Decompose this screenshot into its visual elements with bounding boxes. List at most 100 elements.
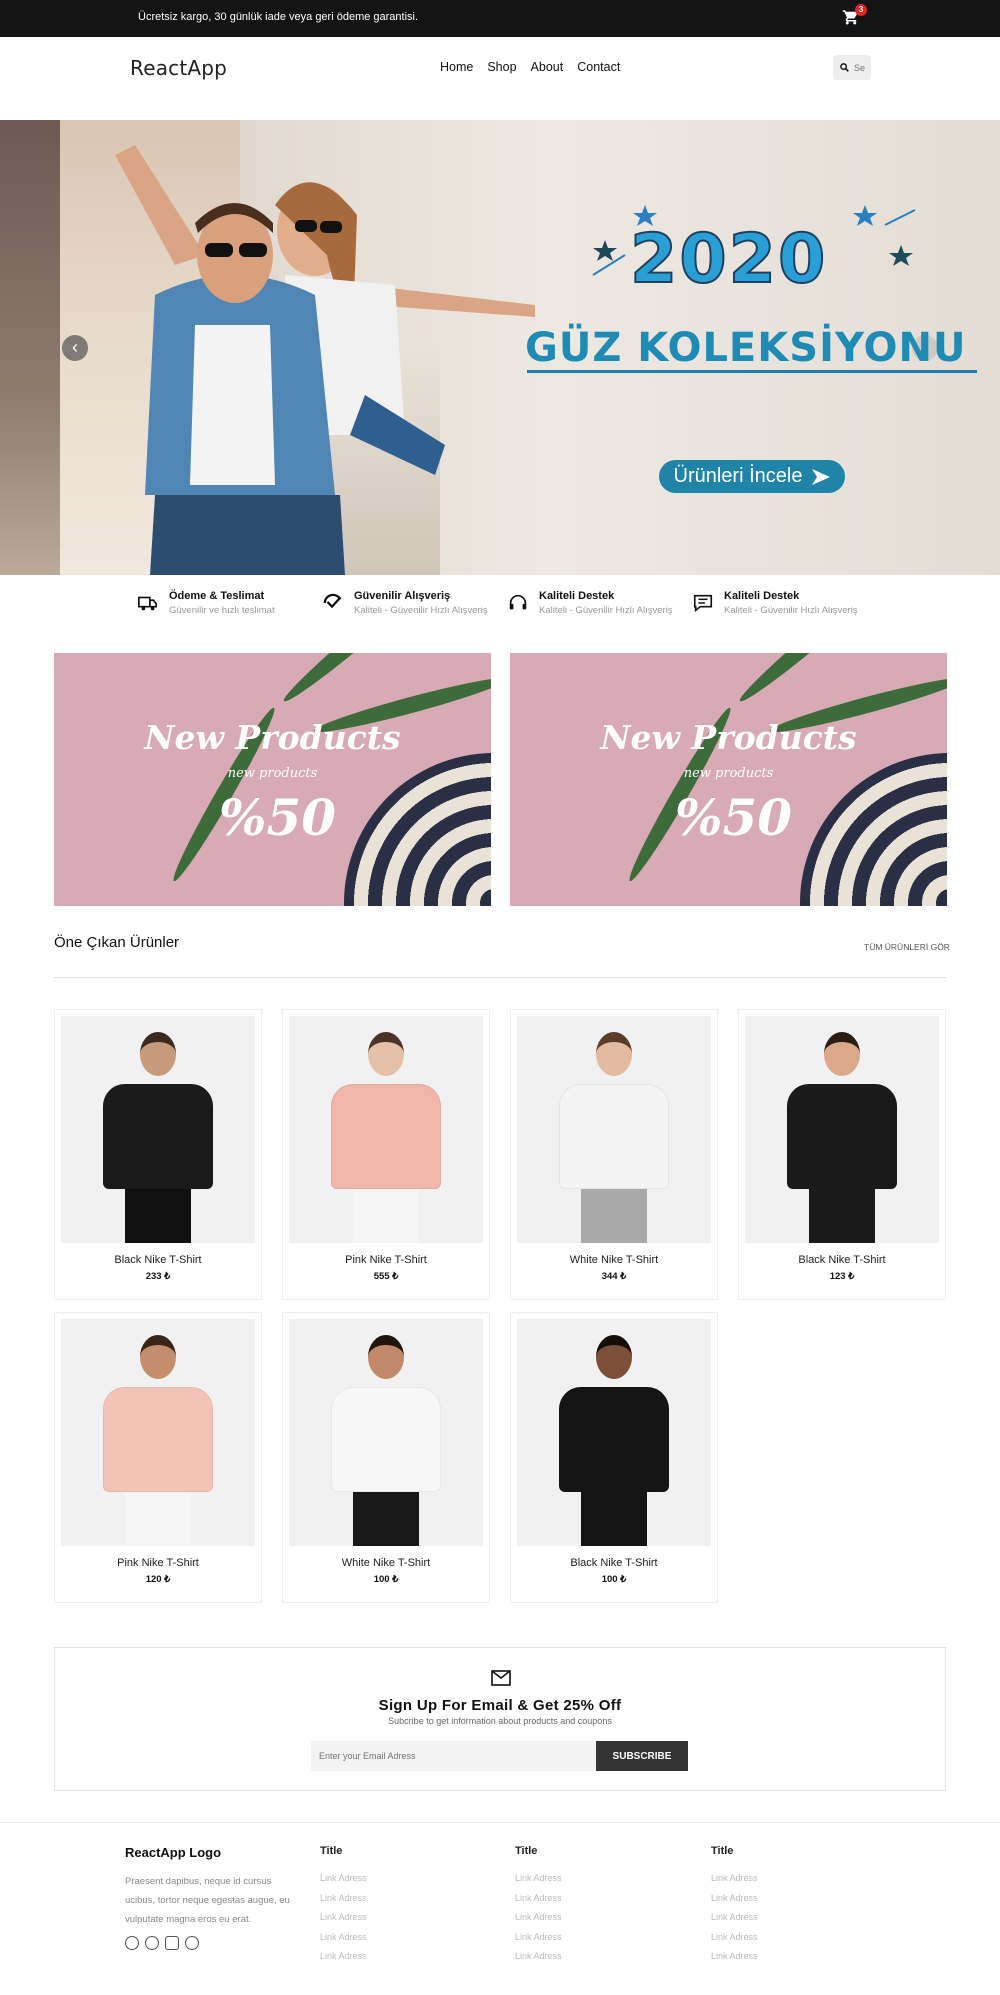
hero-title: GÜZ KOLEKSİYONU: [525, 325, 967, 371]
site-logo[interactable]: ReactApp: [130, 56, 227, 80]
product-image[interactable]: [745, 1016, 939, 1243]
footer-link[interactable]: Link Adress: [320, 1947, 470, 1967]
email-input[interactable]: [311, 1741, 596, 1771]
footer-link[interactable]: Link Adress: [515, 1908, 665, 1928]
footer-link[interactable]: Link Adress: [515, 1889, 665, 1909]
product-card[interactable]: White Nike T-Shirt 100 ₺: [282, 1312, 490, 1603]
view-all-link[interactable]: TÜM ÜRÜNLERİ GÖR: [864, 942, 950, 952]
footer-link[interactable]: Link Adress: [711, 1889, 861, 1909]
promo-banner[interactable]: New Products new products %50: [54, 653, 491, 906]
footer-link[interactable]: Link Adress: [320, 1908, 470, 1928]
product-name[interactable]: Black Nike T-Shirt: [511, 1557, 717, 1569]
footer-link[interactable]: Link Adress: [515, 1947, 665, 1967]
cart-button[interactable]: 3: [842, 4, 867, 28]
footer-column: Title Link Adress Link Adress Link Adress Li…: [711, 1845, 861, 1967]
product-card[interactable]: Black Nike T-Shirt 100 ₺: [510, 1312, 718, 1603]
feature-item: Güvenilir Alışveriş Kaliteli - Güvenilir …: [322, 590, 507, 640]
feature-item: Kaliteli Destek Kaliteli - Güvenilir Hızl…: [692, 590, 877, 640]
hero-cta-label: Ürünleri İncele: [673, 465, 803, 487]
product-image[interactable]: [517, 1319, 711, 1546]
feature-desc: Kaliteli - Güvenilir Hızlı Alışveriş: [724, 605, 858, 616]
site-header: ReactApp Home Shop About Contact: [0, 37, 1000, 120]
footer-link[interactable]: Link Adress: [515, 1869, 665, 1889]
nav-home[interactable]: Home: [440, 60, 473, 74]
shipping-message: Ücretsiz kargo, 30 günlük iade veya geri…: [138, 11, 419, 23]
product-card[interactable]: White Nike T-Shirt 344 ₺: [510, 1009, 718, 1300]
model-head: [596, 1032, 632, 1076]
product-image[interactable]: [289, 1016, 483, 1243]
model-head: [368, 1335, 404, 1379]
hero-couple-image: [115, 145, 535, 575]
facebook-icon[interactable]: [125, 1936, 139, 1950]
footer-link[interactable]: Link Adress: [515, 1928, 665, 1948]
model-head: [368, 1032, 404, 1076]
footer-link[interactable]: Link Adress: [320, 1928, 470, 1948]
product-card[interactable]: Pink Nike T-Shirt 555 ₺: [282, 1009, 490, 1300]
hero-divider: [527, 370, 977, 373]
product-name[interactable]: Black Nike T-Shirt: [739, 1254, 945, 1266]
newsletter-subtitle: Subcribe to get information about produc…: [388, 1716, 612, 1726]
pinterest-icon[interactable]: [185, 1936, 199, 1950]
hero-cta-button[interactable]: Ürünleri İncele: [659, 460, 845, 493]
feature-item: Kaliteli Destek Kaliteli - Güvenilir Hızl…: [507, 590, 692, 640]
product-price: 233 ₺: [145, 1271, 171, 1282]
nav-contact[interactable]: Contact: [577, 60, 620, 74]
product-name[interactable]: Pink Nike T-Shirt: [283, 1254, 489, 1266]
model-shirt: [787, 1084, 897, 1189]
subscribe-button[interactable]: SUBSCRIBE: [596, 1741, 688, 1771]
product-name[interactable]: Black Nike T-Shirt: [55, 1254, 261, 1266]
nav-about[interactable]: About: [531, 60, 564, 74]
feature-title: Kaliteli Destek: [539, 590, 615, 602]
footer-column-title: Title: [711, 1845, 734, 1857]
product-price: 555 ₺: [373, 1271, 399, 1282]
product-name[interactable]: White Nike T-Shirt: [511, 1254, 717, 1266]
newsletter-title: Sign Up For Email & Get 25% Off: [378, 1697, 622, 1714]
model-head: [140, 1032, 176, 1076]
footer-link[interactable]: Link Adress: [320, 1889, 470, 1909]
hero-photo-shade: [0, 120, 60, 575]
footer-logo[interactable]: ReactApp Logo: [125, 1845, 221, 1860]
banner-discount: %50: [675, 788, 793, 847]
product-card[interactable]: Pink Nike T-Shirt 120 ₺: [54, 1312, 262, 1603]
slider-prev-button[interactable]: ‹: [62, 335, 88, 361]
top-bar: Ücretsiz kargo, 30 günlük iade veya geri…: [0, 0, 1000, 37]
footer-link[interactable]: Link Adress: [711, 1869, 861, 1889]
product-image[interactable]: [517, 1016, 711, 1243]
feature-title: Ödeme & Teslimat: [169, 590, 265, 602]
product-name[interactable]: Pink Nike T-Shirt: [55, 1557, 261, 1569]
search-input[interactable]: [854, 62, 866, 73]
banner-discount: %50: [219, 788, 337, 847]
product-image[interactable]: [289, 1319, 483, 1546]
product-price: 123 ₺: [829, 1271, 855, 1282]
hero-slider: ‹ › 2020 GÜZ KOLEKSİYONU Ürünleri İncele: [0, 120, 1000, 575]
footer-link[interactable]: Link Adress: [711, 1928, 861, 1948]
nav-shop[interactable]: Shop: [487, 60, 516, 74]
product-price: 344 ₺: [601, 1271, 627, 1282]
social-links: [125, 1936, 199, 1950]
search-box[interactable]: [833, 55, 871, 80]
footer-link[interactable]: Link Adress: [320, 1869, 470, 1889]
feature-desc: Güvenilir ve hızlı teslimat: [169, 605, 275, 616]
chat-icon: [693, 594, 713, 613]
footer-link[interactable]: Link Adress: [711, 1947, 861, 1967]
telegram-icon[interactable]: [145, 1936, 159, 1950]
instagram-icon[interactable]: [165, 1936, 179, 1950]
product-name[interactable]: White Nike T-Shirt: [283, 1557, 489, 1569]
model-shirt: [331, 1387, 441, 1492]
footer-link[interactable]: Link Adress: [711, 1908, 861, 1928]
cart-count-badge: 3: [855, 4, 867, 16]
product-image[interactable]: [61, 1016, 255, 1243]
featured-title: Öne Çıkan Ürünler: [54, 934, 180, 951]
product-price: 120 ₺: [145, 1574, 171, 1585]
product-price: 100 ₺: [601, 1574, 627, 1585]
truck-icon: [138, 596, 158, 611]
feature-title: Güvenilir Alışveriş: [354, 590, 451, 602]
promo-banner[interactable]: New Products new products %50: [510, 653, 947, 906]
product-card[interactable]: Black Nike T-Shirt 123 ₺: [738, 1009, 946, 1300]
model-head: [824, 1032, 860, 1076]
product-card[interactable]: Black Nike T-Shirt 233 ₺: [54, 1009, 262, 1300]
footer-column: Title Link Adress Link Adress Link Adress Li…: [320, 1845, 470, 1967]
features-row: Ödeme & Teslimat Güvenilir ve hızlı tesli…: [137, 590, 877, 640]
product-image[interactable]: [61, 1319, 255, 1546]
feature-desc: Kaliteli - Güvenilir Hızlı Alışveriş: [539, 605, 673, 616]
